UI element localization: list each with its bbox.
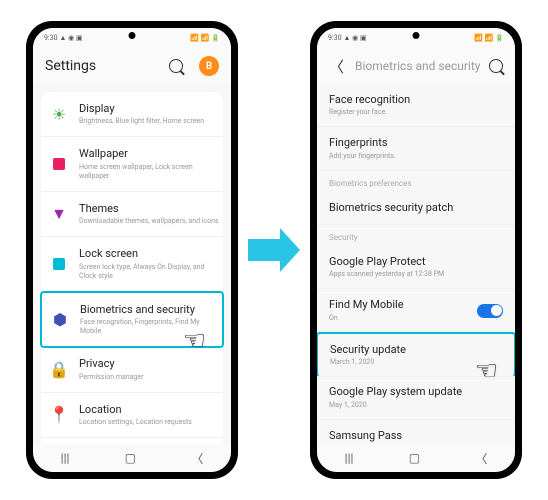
privacy-icon: 🔒 [51, 361, 67, 377]
item-title: Location [79, 403, 219, 417]
page-title: Biometrics and security [355, 59, 481, 75]
settings-item-lock[interactable]: Lock screen Screen lock type, Always On D… [41, 237, 223, 291]
camera-hole [413, 32, 420, 39]
item-subtitle: On [329, 314, 503, 323]
settings-item-display[interactable]: ☀ DisplayBrightness, Blue light filter, H… [41, 92, 223, 137]
page-title: Settings [45, 58, 161, 74]
settings-item-themes[interactable]: ▼ ThemesDownloadable themes, wallpapers, … [41, 192, 223, 237]
item-subtitle: Apps scanned yesterday at 12:38 PM [329, 270, 503, 279]
back-icon[interactable]: 〈 [329, 56, 344, 77]
item-subtitle: Brightness, Blue light filter, Home scre… [79, 117, 219, 126]
themes-icon: ▼ [51, 206, 67, 222]
lock-icon [51, 256, 67, 272]
back-button[interactable]: 〈 [475, 450, 487, 467]
item-subtitle: Location settings, Location requests [79, 418, 219, 427]
security-item[interactable]: Fingerprints Add your fingerprints. [317, 127, 515, 170]
phone-left: 9:30▲ ◉ ▣ 📶 📶 🔋 Settings B ☀DisplayBrigh… [26, 21, 238, 479]
arrow-icon [248, 228, 300, 272]
item-title: Fingerprints [329, 136, 503, 150]
security-item[interactable]: Security updateMarch 1, 2020☜ [317, 332, 515, 377]
security-list: Face recognitionRegister your face.Finge… [317, 84, 515, 444]
camera-hole [129, 32, 136, 39]
item-title: Display [79, 102, 219, 116]
item-title: Themes [79, 202, 219, 216]
settings-item-backup[interactable]: ↻Accounts and backupSamsung Cloud, Smart… [41, 438, 223, 444]
item-subtitle: Home screen wallpaper, Lock screen wallp… [79, 163, 219, 181]
settings-item-shield[interactable]: ⬢Biometrics and securityFace recognition… [40, 291, 224, 348]
phone-right: 9:30▲ ◉ ▣ 📶 📶 🔋 〈 Biometrics and securit… [310, 21, 522, 479]
item-title: Google Play system update [329, 385, 503, 399]
settings-item-location[interactable]: 📍 LocationLocation settings, Location req… [41, 393, 223, 438]
search-icon[interactable] [489, 59, 503, 73]
item-subtitle: May 1, 2020 [329, 401, 503, 410]
security-item[interactable]: Find My MobileOn [317, 289, 515, 332]
item-title: Wallpaper [79, 147, 219, 161]
home-button[interactable]: ▢ [125, 451, 136, 465]
item-title: Face recognition [329, 93, 503, 107]
item-title: Biometrics and security [80, 303, 218, 317]
security-item[interactable]: Face recognitionRegister your face. [317, 84, 515, 127]
item-title: Samsung Pass [329, 429, 503, 443]
avatar[interactable]: B [199, 56, 219, 76]
item-title: Privacy [79, 357, 219, 371]
wallpaper-icon [51, 156, 67, 172]
header: Settings B [33, 48, 231, 84]
shield-icon: ⬢ [52, 311, 68, 327]
nav-bar: ||| ▢ 〈 [33, 444, 231, 472]
security-item[interactable]: Biometrics security patch [317, 192, 515, 225]
home-button[interactable]: ▢ [409, 451, 420, 465]
item-subtitle: Register your face. [329, 108, 503, 117]
back-button[interactable]: 〈 [191, 450, 203, 467]
item-subtitle: Downloadable themes, wallpapers, and ico… [79, 217, 219, 226]
security-item[interactable]: Google Play ProtectApps scanned yesterda… [317, 246, 515, 289]
search-icon[interactable] [169, 59, 183, 73]
item-title: Biometrics security patch [329, 201, 503, 215]
item-subtitle: Add your fingerprints. [329, 152, 503, 161]
item-title: Lock screen [79, 247, 219, 261]
item-title: Security update [330, 343, 502, 357]
item-subtitle: Permission manager [79, 373, 219, 382]
toggle-switch[interactable] [477, 304, 503, 318]
display-icon: ☀ [51, 106, 67, 122]
section-header: Biometrics preferences [317, 171, 515, 192]
section-header: Security [317, 225, 515, 246]
security-item[interactable]: Samsung PassUse biometric authentication… [317, 420, 515, 444]
item-subtitle: Screen lock type, Always On Display, and… [79, 263, 219, 281]
item-title: Google Play Protect [329, 255, 503, 269]
pointer-icon: ☜ [183, 326, 206, 356]
header: 〈 Biometrics and security [317, 48, 515, 84]
settings-list: ☀ DisplayBrightness, Blue light filter, H… [33, 84, 231, 444]
settings-item-wallpaper[interactable]: Wallpaper Home screen wallpaper, Lock scr… [41, 137, 223, 191]
location-icon: 📍 [51, 407, 67, 423]
recents-button[interactable]: ||| [61, 451, 70, 465]
recents-button[interactable]: ||| [345, 451, 354, 465]
nav-bar: ||| ▢ 〈 [317, 444, 515, 472]
pointer-icon: ☜ [475, 356, 498, 386]
